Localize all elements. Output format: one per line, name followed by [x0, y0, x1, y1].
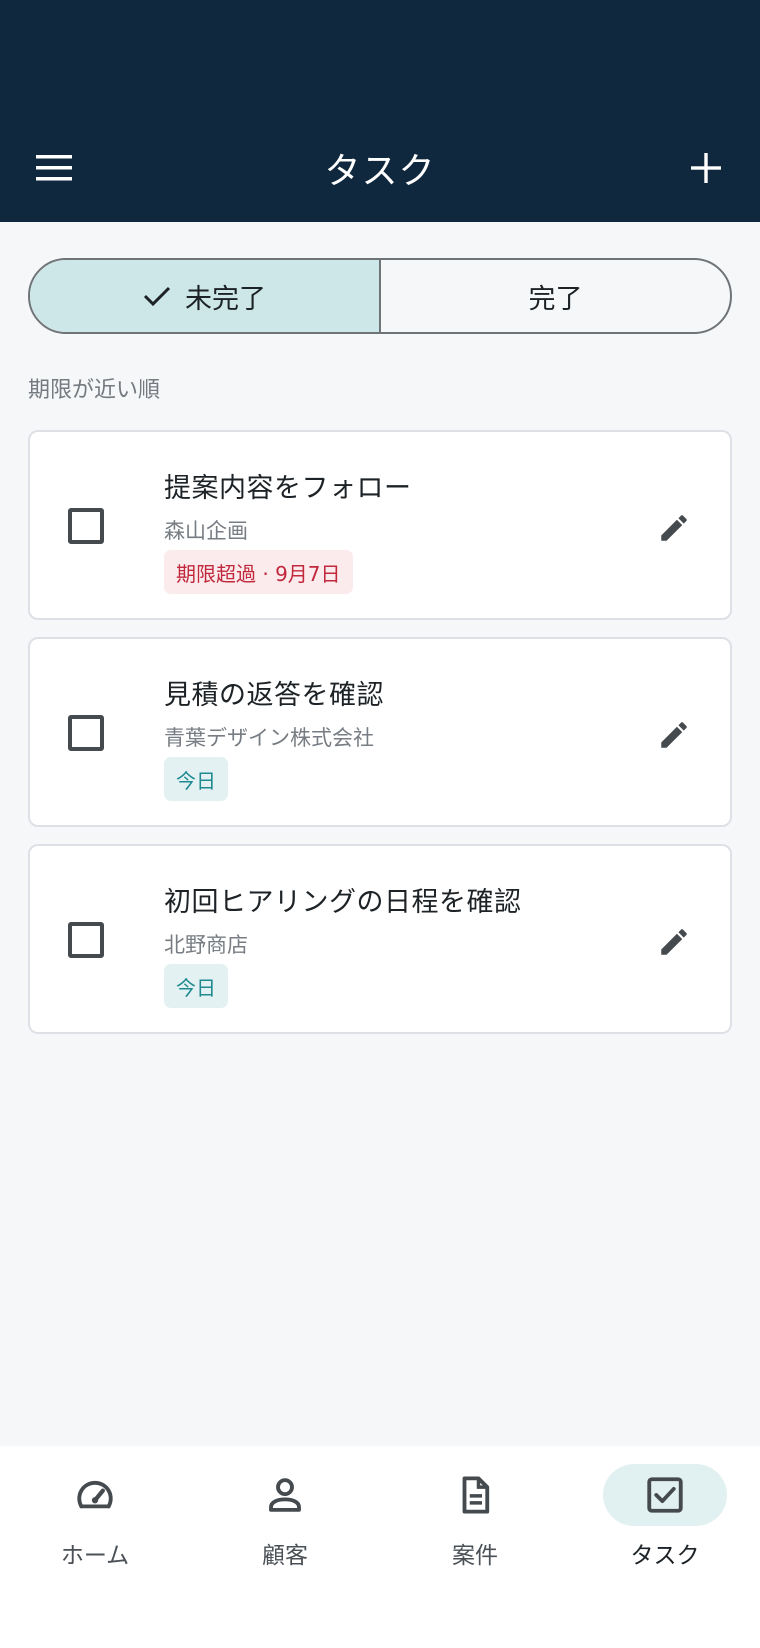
task-title: 初回ヒアリングの日程を確認	[164, 887, 522, 918]
status-filter: 未完了 完了	[28, 258, 732, 334]
task-list: 提案内容をフォロー 森山企画 期限超過 · 9月7日 見積の返答を確認 青葉デザ…	[28, 430, 732, 1051]
document-icon	[462, 1476, 490, 1514]
task-checkbox[interactable]	[68, 922, 104, 958]
due-badge: 今日	[164, 757, 228, 801]
app: タスク 未完了 完了 期限が近い順 提案内容をフォロー 森山企画 期限超過 · …	[0, 0, 760, 1648]
nav-icon-container	[223, 1464, 347, 1526]
task-client: 青葉デザイン株式会社	[164, 726, 374, 750]
task-card: 初回ヒアリングの日程を確認 北野商店 今日	[28, 844, 732, 1034]
nav-label-tasks: タスク	[630, 1543, 700, 1569]
filter-complete-label: 完了	[528, 283, 583, 315]
edit-task-button[interactable]	[648, 502, 700, 554]
nav-icon-container	[33, 1464, 157, 1526]
nav-item-tasks[interactable]: タスク	[570, 1446, 760, 1586]
nav-label-home: ホーム	[60, 1543, 130, 1569]
nav-label-deals: 案件	[452, 1543, 498, 1569]
nav-icon-container	[413, 1464, 537, 1526]
task-client: 北野商店	[164, 933, 248, 957]
check-icon	[143, 286, 171, 307]
task-title: 見積の返答を確認	[164, 680, 384, 711]
task-title: 提案内容をフォロー	[164, 473, 412, 504]
filter-incomplete-label: 未完了	[185, 283, 266, 315]
checkbox-icon	[647, 1477, 683, 1513]
add-task-button[interactable]	[674, 138, 738, 198]
task-checkbox[interactable]	[68, 508, 104, 544]
pencil-icon	[661, 722, 687, 748]
edit-task-button[interactable]	[648, 709, 700, 761]
pencil-icon	[661, 515, 687, 541]
person-icon	[269, 1478, 301, 1512]
due-badge: 今日	[164, 964, 228, 1008]
nav-label-customers: 顧客	[262, 1543, 308, 1569]
nav-icon-container	[603, 1464, 727, 1526]
task-checkbox[interactable]	[68, 715, 104, 751]
bottom-navigation: ホーム 顧客 案件 タスク	[0, 1446, 760, 1648]
nav-item-deals[interactable]: 案件	[380, 1446, 570, 1586]
nav-item-home[interactable]: ホーム	[0, 1446, 190, 1586]
plus-icon	[691, 153, 721, 183]
filter-incomplete[interactable]: 未完了	[30, 260, 381, 332]
page-title: タスク	[324, 151, 436, 192]
task-card: 提案内容をフォロー 森山企画 期限超過 · 9月7日	[28, 430, 732, 620]
nav-item-customers[interactable]: 顧客	[190, 1446, 380, 1586]
edit-task-button[interactable]	[648, 916, 700, 968]
sort-label: 期限が近い順	[28, 378, 161, 403]
due-badge: 期限超過 · 9月7日	[164, 550, 353, 594]
task-client: 森山企画	[164, 519, 248, 543]
task-card: 見積の返答を確認 青葉デザイン株式会社 今日	[28, 637, 732, 827]
app-header: タスク	[0, 0, 760, 222]
filter-complete[interactable]: 完了	[381, 260, 730, 332]
pencil-icon	[661, 929, 687, 955]
speedometer-icon	[77, 1480, 113, 1509]
